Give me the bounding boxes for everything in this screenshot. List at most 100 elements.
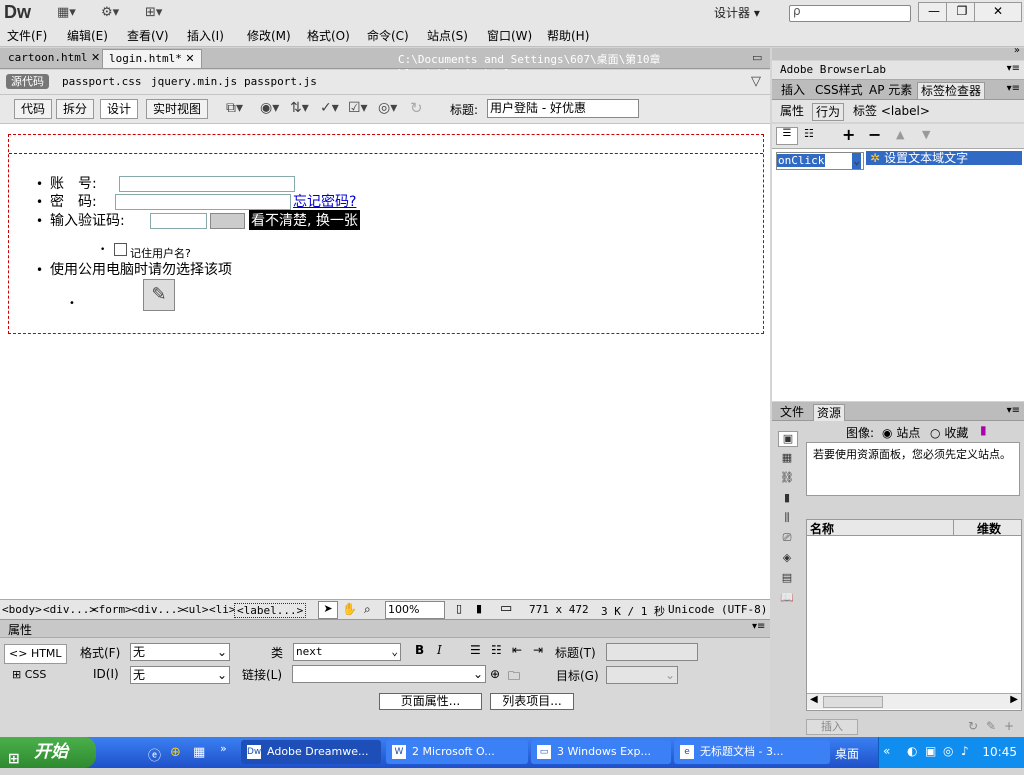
menu-format[interactable]: 格式(O) bbox=[307, 27, 350, 44]
movies-icon[interactable]: ⎚ bbox=[778, 531, 796, 545]
tray-icon-3[interactable]: ◎ bbox=[943, 744, 953, 758]
preview-browser-icon[interactable]: ◉▾ bbox=[260, 100, 279, 116]
visual-aids-icon[interactable]: ◎▾ bbox=[378, 100, 397, 116]
site-radio[interactable]: ◉ 站点 bbox=[882, 424, 920, 441]
asset-edit-icon[interactable]: ✎ bbox=[986, 719, 996, 733]
show-all-events-icon[interactable]: ☷ bbox=[804, 127, 814, 140]
design-view-button[interactable]: 设计 bbox=[100, 99, 139, 119]
tab-ap-elements[interactable]: AP 元素 bbox=[866, 82, 915, 98]
task-untitled-document[interactable]: e 无标题文档 - 3... bbox=[674, 740, 830, 764]
insert-asset-button[interactable]: 插入 bbox=[806, 719, 858, 735]
desktop-size-icon[interactable]: ▭ bbox=[500, 601, 512, 616]
select-tool-icon[interactable]: ➤ bbox=[318, 601, 338, 619]
quicklaunch-icon-3[interactable]: ▦ bbox=[193, 745, 205, 760]
menu-commands[interactable]: 命令(C) bbox=[367, 27, 409, 44]
subtab-behaviors[interactable]: 行为 bbox=[812, 103, 845, 121]
search-input[interactable]: ρ bbox=[789, 4, 911, 22]
menu-site[interactable]: 站点(S) bbox=[427, 27, 468, 44]
tag-div[interactable]: <div...> bbox=[43, 603, 96, 616]
format-select[interactable]: 无 ⌄ bbox=[130, 643, 230, 661]
start-button[interactable]: ⊞ 开始 bbox=[0, 737, 96, 768]
multiscreen-icon[interactable]: ⧉▾ bbox=[226, 100, 243, 116]
id-select[interactable]: 无 ⌄ bbox=[130, 666, 230, 684]
outdent-icon[interactable]: ⇤ bbox=[512, 643, 522, 657]
tab-insert[interactable]: 插入 bbox=[778, 82, 808, 98]
tray-expand-icon[interactable]: « bbox=[883, 744, 890, 758]
layout-icon[interactable]: ▦▾ bbox=[57, 5, 76, 21]
shockwave-icon[interactable]: ⫼ bbox=[778, 511, 796, 525]
subtab-attributes[interactable]: 属性 bbox=[777, 103, 807, 119]
library-icon[interactable]: 📖 bbox=[778, 591, 796, 605]
source-code-button[interactable]: 源代码 bbox=[6, 74, 49, 89]
remove-behavior-icon[interactable]: − bbox=[868, 125, 881, 144]
tag-label[interactable]: <label...> bbox=[234, 603, 307, 618]
window-size[interactable]: 771 x 472 bbox=[529, 603, 589, 616]
phone-size-icon[interactable]: ▯ bbox=[456, 602, 462, 615]
point-to-file-icon[interactable]: ⊕ bbox=[490, 667, 500, 681]
task-windows-explorer[interactable]: ▭ 3 Windows Exp... bbox=[531, 740, 671, 764]
show-set-events-icon[interactable]: ☰ bbox=[776, 127, 798, 145]
workspace-switcher[interactable]: 设计器 ▾ bbox=[714, 4, 760, 21]
zoom-select[interactable]: 100% bbox=[385, 601, 445, 619]
split-view-button[interactable]: 拆分 bbox=[56, 99, 95, 119]
browserlab-header[interactable]: Adobe BrowserLab ▾≡ bbox=[772, 61, 1024, 80]
task-dreamweaver[interactable]: Dw Adobe Dreamwe... bbox=[241, 740, 381, 764]
tablet-size-icon[interactable]: ▮ bbox=[476, 602, 482, 615]
asset-add-favorite-icon[interactable]: + bbox=[1004, 719, 1014, 733]
close-button[interactable]: ✕ bbox=[974, 2, 1022, 22]
hand-tool-icon[interactable]: ✋ bbox=[342, 602, 357, 616]
account-input[interactable] bbox=[119, 176, 295, 192]
file-management-icon[interactable]: ⇅▾ bbox=[290, 100, 309, 116]
flash-icon[interactable]: ▮ bbox=[778, 491, 796, 505]
close-tab-icon[interactable]: ✕ bbox=[185, 52, 194, 65]
images-icon[interactable]: ▣ bbox=[778, 431, 798, 447]
panel-menu-icon[interactable]: ▾≡ bbox=[1007, 405, 1020, 416]
login-submit-image-button[interactable]: ✎ bbox=[143, 279, 175, 311]
menu-insert[interactable]: 插入(I) bbox=[187, 27, 224, 44]
zoom-tool-icon[interactable]: ⌕ bbox=[364, 602, 371, 617]
page-properties-button[interactable]: 页面属性... bbox=[379, 693, 482, 710]
filter-icon[interactable]: ▽ bbox=[751, 74, 761, 89]
refresh-icon[interactable]: ↻ bbox=[410, 99, 423, 117]
link-input[interactable]: ⌄ bbox=[292, 665, 486, 683]
tab-tag-inspector[interactable]: 标签检查器 bbox=[917, 82, 986, 99]
check-page-icon[interactable]: ☑▾ bbox=[348, 100, 368, 116]
desktop-toolbar[interactable]: 桌面 bbox=[835, 745, 859, 762]
title-input[interactable]: 用户登陆 - 好优惠 bbox=[487, 99, 639, 118]
add-behavior-icon[interactable]: + bbox=[842, 125, 855, 144]
tag-body[interactable]: <body> bbox=[2, 603, 42, 616]
password-input[interactable] bbox=[115, 194, 291, 210]
tab-assets[interactable]: 资源 bbox=[813, 404, 846, 421]
refresh-captcha-link[interactable]: 看不清楚, 换一张 bbox=[249, 210, 360, 230]
tab-css-styles[interactable]: CSS样式 bbox=[812, 82, 866, 98]
title-attr-input[interactable] bbox=[606, 643, 698, 661]
captcha-input[interactable] bbox=[150, 213, 207, 229]
tag-li[interactable]: <li> bbox=[209, 603, 236, 616]
site-extension-icon[interactable]: ⊞▾ bbox=[145, 5, 162, 21]
restore-doc-icon[interactable]: ▭ bbox=[752, 51, 762, 64]
favorites-radio[interactable]: ○ 收藏 bbox=[930, 424, 968, 441]
menu-modify[interactable]: 修改(M) bbox=[247, 27, 291, 44]
tab-files[interactable]: 文件 bbox=[777, 404, 807, 420]
menu-edit[interactable]: 编辑(E) bbox=[67, 27, 108, 44]
indent-icon[interactable]: ⇥ bbox=[533, 643, 543, 657]
task-microsoft-office[interactable]: W2 Microsoft O... bbox=[386, 740, 528, 764]
remember-checkbox[interactable] bbox=[114, 243, 127, 256]
tab-login[interactable]: login.html* ✕ bbox=[102, 49, 202, 68]
class-select[interactable]: next ⌄ bbox=[293, 643, 401, 661]
quicklaunch-ie-icon[interactable]: ⓔ bbox=[148, 745, 161, 764]
live-view-button[interactable]: 实时视图 bbox=[146, 99, 209, 119]
browse-folder-icon[interactable]: 🗀 bbox=[508, 667, 520, 688]
target-select[interactable]: ⌄ bbox=[606, 666, 678, 684]
panel-menu-icon[interactable]: ▾≡ bbox=[1007, 63, 1020, 74]
tag-form[interactable]: <form> bbox=[92, 603, 132, 616]
panel-menu-icon[interactable]: ▾≡ bbox=[752, 621, 765, 632]
column-name[interactable]: 名称 bbox=[810, 520, 834, 537]
unordered-list-icon[interactable]: ☰ bbox=[470, 643, 481, 657]
menu-file[interactable]: 文件(F) bbox=[7, 27, 47, 44]
tag-div-2[interactable]: <div...> bbox=[131, 603, 184, 616]
close-tab-icon[interactable]: ✕ bbox=[91, 51, 100, 64]
forgot-password-link[interactable]: 忘记密码? bbox=[293, 191, 356, 211]
behavior-action-row[interactable]: ✲ 设置文本域文字 bbox=[866, 151, 1022, 165]
design-canvas[interactable]: • 账 号: • 密 码: 忘记密码? • 输入验证码: 看不清楚, 换一张 •… bbox=[0, 124, 770, 599]
